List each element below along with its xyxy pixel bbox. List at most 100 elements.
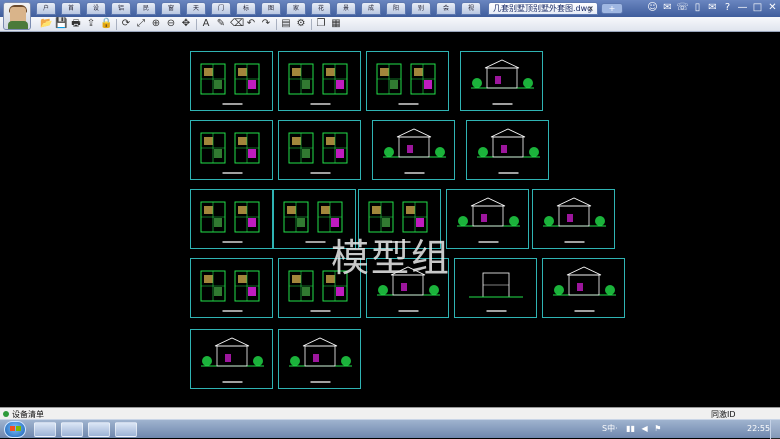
sheet-graphic bbox=[288, 132, 348, 174]
taskbar-app-4-icon[interactable] bbox=[115, 422, 137, 437]
tab-17[interactable]: 会 bbox=[436, 2, 456, 15]
drawing-sheet[interactable] bbox=[542, 258, 625, 318]
tab-1[interactable]: 户 bbox=[36, 2, 56, 15]
text-icon[interactable]: A bbox=[200, 18, 212, 30]
drawing-sheet[interactable] bbox=[466, 120, 549, 180]
drawing-sheet[interactable] bbox=[190, 329, 273, 389]
tab-16[interactable]: 别 bbox=[411, 2, 431, 15]
tab-6[interactable]: 窗 bbox=[161, 2, 181, 15]
phone-icon[interactable]: ▯ bbox=[691, 2, 704, 15]
user-icon[interactable]: ☺ bbox=[646, 2, 659, 15]
sheet-graphic bbox=[200, 63, 260, 105]
sheet-graphic bbox=[469, 272, 523, 312]
chat-icon[interactable]: ✉ bbox=[661, 2, 674, 15]
tab-18[interactable]: 视 bbox=[461, 2, 481, 15]
rotate-icon[interactable]: ⟳ bbox=[120, 18, 132, 30]
tab-14[interactable]: 成 bbox=[361, 2, 381, 15]
pan-icon[interactable]: ✥ bbox=[180, 18, 192, 30]
drawing-canvas[interactable]: 模型组 bbox=[0, 32, 780, 407]
toolbar-separator bbox=[116, 19, 117, 30]
show-desktop-button[interactable] bbox=[770, 420, 780, 439]
drawing-sheet[interactable] bbox=[366, 51, 449, 111]
drawing-sheet[interactable] bbox=[454, 258, 537, 318]
tab-4[interactable]: 铝 bbox=[111, 2, 131, 15]
tray-text: S中· bbox=[602, 424, 618, 433]
tab-5[interactable]: 民 bbox=[136, 2, 156, 15]
sheet-graphic bbox=[288, 63, 348, 105]
drawing-sheet[interactable] bbox=[278, 120, 361, 180]
drawing-sheet[interactable] bbox=[190, 189, 273, 249]
tab-12[interactable]: 花 bbox=[311, 2, 331, 15]
tab-13[interactable]: 景 bbox=[336, 2, 356, 15]
close-tab-icon[interactable]: × bbox=[587, 3, 594, 14]
drawing-sheet[interactable] bbox=[372, 120, 455, 180]
tray-network-icon[interactable]: ▮▮ bbox=[626, 424, 635, 433]
watermark-text: 模型组 bbox=[331, 236, 452, 280]
toolbar-separator bbox=[276, 19, 277, 30]
drawing-sheet[interactable] bbox=[190, 120, 273, 180]
print-icon[interactable]: 🖶 bbox=[70, 18, 82, 30]
zoom-in-icon[interactable]: ⊕ bbox=[150, 18, 162, 30]
sheet-graphic bbox=[200, 132, 260, 174]
sheet-graphic bbox=[200, 270, 260, 312]
sheet-graphic bbox=[553, 266, 616, 312]
taskbar-app-2-icon[interactable] bbox=[61, 422, 83, 437]
tab-10[interactable]: 图 bbox=[261, 2, 281, 15]
layout-icon[interactable]: ▦ bbox=[330, 18, 342, 30]
system-tray[interactable]: S中· ▮▮ ◀ ⚑ bbox=[602, 423, 752, 436]
sheet-graphic bbox=[543, 197, 606, 243]
drawing-sheet[interactable] bbox=[190, 258, 273, 318]
taskbar-app-1-icon[interactable] bbox=[34, 422, 56, 437]
drawing-sheet[interactable] bbox=[446, 189, 529, 249]
tab-9[interactable]: 标 bbox=[236, 2, 256, 15]
copy-icon[interactable]: ❐ bbox=[315, 18, 327, 30]
windows-logo-icon-2 bbox=[16, 426, 21, 431]
tab-2[interactable]: 首 bbox=[61, 2, 81, 15]
sheet-graphic bbox=[383, 128, 446, 174]
drawing-sheet[interactable] bbox=[278, 329, 361, 389]
drawing-sheet[interactable] bbox=[532, 189, 615, 249]
drawing-sheet[interactable] bbox=[190, 51, 273, 111]
tray-flag-icon[interactable]: ⚑ bbox=[654, 424, 661, 433]
sheet-graphic bbox=[457, 197, 520, 243]
active-tab-title: 几套别墅顶别墅外套图.dwg bbox=[493, 4, 593, 13]
sheet-graphic bbox=[200, 201, 260, 243]
close-button[interactable]: ✕ bbox=[766, 2, 779, 15]
command-bar: 设备清单 同激ID bbox=[0, 407, 780, 419]
drawing-sheet[interactable] bbox=[460, 51, 543, 111]
drawing-sheet[interactable] bbox=[278, 51, 361, 111]
tab-7[interactable]: 天 bbox=[186, 2, 206, 15]
undo-icon[interactable]: ↶ bbox=[245, 18, 257, 30]
tray-volume-icon[interactable]: ◀ bbox=[642, 424, 648, 433]
tab-8[interactable]: 门 bbox=[211, 2, 231, 15]
lock-icon[interactable]: 🔒 bbox=[100, 18, 112, 30]
help-icon[interactable]: ? bbox=[721, 2, 734, 15]
layers-icon[interactable]: ▤ bbox=[280, 18, 292, 30]
taskbar-app-3-icon[interactable] bbox=[88, 422, 110, 437]
tab-active-drawing[interactable]: 几套别墅顶别墅外套图.dwg × bbox=[488, 2, 598, 15]
tab-15[interactable]: 阳 bbox=[386, 2, 406, 15]
tab-3[interactable]: 设 bbox=[86, 2, 106, 15]
clock[interactable]: 22:55 bbox=[747, 424, 770, 433]
message-icon[interactable]: ☏ bbox=[676, 2, 689, 15]
save-icon[interactable]: 💾 bbox=[55, 18, 67, 30]
toolbar-separator bbox=[311, 19, 312, 30]
tab-11[interactable]: 家 bbox=[286, 2, 306, 15]
export-icon[interactable]: ⇪ bbox=[85, 18, 97, 30]
eraser-icon[interactable]: ⌫ bbox=[230, 18, 244, 30]
settings-icon[interactable]: ⚙ bbox=[295, 18, 307, 30]
maximize-button[interactable]: □ bbox=[751, 2, 764, 15]
zoom-out-icon[interactable]: ⊖ bbox=[165, 18, 177, 30]
mail-icon[interactable]: ✉ bbox=[706, 2, 719, 15]
start-button[interactable] bbox=[4, 421, 26, 438]
pencil-icon[interactable]: ✎ bbox=[215, 18, 227, 30]
sheet-graphic bbox=[471, 59, 534, 105]
open-icon[interactable]: 📂 bbox=[40, 18, 52, 30]
minimize-button[interactable]: — bbox=[736, 2, 749, 15]
app-avatar-logo[interactable] bbox=[3, 2, 31, 30]
new-tab-button[interactable]: + bbox=[601, 3, 623, 14]
sheet-graphic bbox=[289, 337, 352, 383]
zoom-extents-icon[interactable]: ⤢ bbox=[135, 18, 147, 30]
status-dot-icon bbox=[3, 411, 9, 417]
redo-icon[interactable]: ↷ bbox=[260, 18, 272, 30]
